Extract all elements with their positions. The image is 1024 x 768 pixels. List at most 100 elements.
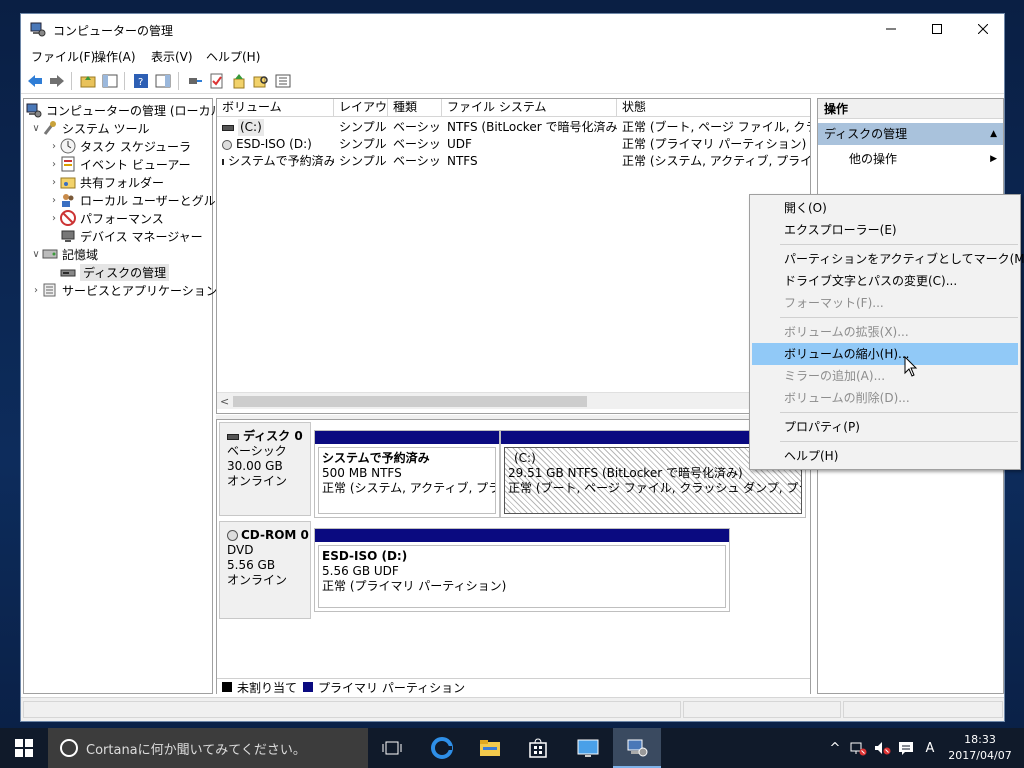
task-view-button[interactable] bbox=[368, 728, 416, 768]
drive-icon bbox=[222, 158, 224, 165]
disk-management-icon bbox=[60, 264, 76, 280]
tree-item-performance[interactable]: › パフォーマンス bbox=[48, 209, 164, 227]
connect-icon[interactable] bbox=[186, 72, 204, 90]
drive-icon bbox=[222, 124, 234, 131]
storage-icon bbox=[42, 246, 58, 262]
edge-button[interactable] bbox=[418, 728, 466, 768]
toolbar-separator bbox=[124, 72, 125, 90]
chevron-right-icon[interactable]: › bbox=[48, 159, 60, 170]
cortana-search-box[interactable]: Cortanaに何か聞いてみてください。 bbox=[48, 728, 368, 768]
minimize-button[interactable] bbox=[868, 14, 914, 44]
start-button[interactable] bbox=[0, 728, 48, 768]
menu-separator bbox=[780, 317, 1018, 318]
disk-type: DVD bbox=[227, 543, 254, 557]
actions-header: 操作 bbox=[818, 99, 1003, 119]
taskbar-clock[interactable]: 18:33 2017/04/07 bbox=[944, 732, 1016, 764]
tree-item-services[interactable]: › サービスとアプリケーション bbox=[30, 281, 218, 299]
menu-item-explore[interactable]: エクスプローラー(E) bbox=[752, 219, 1018, 241]
console-tree-icon[interactable] bbox=[101, 72, 119, 90]
tree-item-local-users[interactable]: › ローカル ユーザーとグループ bbox=[48, 191, 239, 209]
maximize-button[interactable] bbox=[914, 14, 960, 44]
search-folder-icon[interactable] bbox=[252, 72, 270, 90]
actions-other-operations[interactable]: 他の操作 ▶ bbox=[818, 149, 1003, 169]
computer-management-taskbar-button[interactable] bbox=[613, 728, 661, 768]
chevron-right-icon[interactable]: › bbox=[30, 285, 42, 296]
chevron-down-icon[interactable]: ∨ bbox=[30, 249, 42, 260]
action-center-icon[interactable] bbox=[896, 728, 916, 768]
menu-help[interactable]: ヘルプ(H) bbox=[206, 48, 260, 65]
tree-item-event-viewer[interactable]: › イベント ビューアー bbox=[48, 155, 191, 173]
action-pane-icon[interactable] bbox=[154, 72, 172, 90]
tree-item-system-tools[interactable]: ∨ システム ツール bbox=[30, 119, 149, 137]
clock-date: 2017/04/07 bbox=[948, 749, 1012, 762]
tree-item-task-scheduler[interactable]: › タスク スケジューラ bbox=[48, 137, 191, 155]
tree-item-root[interactable]: コンピューターの管理 (ローカル) bbox=[26, 101, 227, 119]
partition-status: 正常 (ブート, ページ ファイル, クラッシュ ダンプ, プライマリ パーティ bbox=[508, 481, 801, 495]
status-segment bbox=[843, 701, 1003, 718]
column-header-volume[interactable]: ボリューム bbox=[217, 99, 334, 117]
table-row[interactable]: ESD-ISO (D:) シンプル ベーシック UDF 正常 (プライマリ パー… bbox=[217, 136, 810, 153]
column-header-filesystem[interactable]: ファイル システム bbox=[442, 99, 617, 117]
menu-file[interactable]: ファイル(F) bbox=[31, 48, 95, 65]
chevron-right-icon[interactable]: › bbox=[48, 195, 60, 206]
properties-list-icon[interactable] bbox=[274, 72, 292, 90]
horizontal-scrollbar[interactable]: < bbox=[217, 392, 810, 409]
menu-view[interactable]: 表示(V) bbox=[151, 48, 193, 65]
tree-item-storage[interactable]: ∨ 記憶域 bbox=[30, 245, 98, 263]
import-icon[interactable] bbox=[230, 72, 248, 90]
volume-muted-icon[interactable] bbox=[872, 728, 892, 768]
console-tree: コンピューターの管理 (ローカル) ∨ システム ツール › タスク スケジュー… bbox=[23, 98, 239, 694]
cell-layout: シンプル bbox=[339, 154, 387, 168]
table-row[interactable]: (C:) シンプル ベーシック NTFS (BitLocker で暗号化済み) … bbox=[217, 119, 810, 136]
menu-item-mark-active[interactable]: パーティションをアクティブとしてマーク(M) bbox=[752, 248, 1024, 270]
table-row[interactable]: システムで予約済み シンプル ベーシック NTFS 正常 (システム, アクティ… bbox=[217, 153, 810, 170]
arrow-right-icon: ▶ bbox=[990, 154, 997, 164]
actions-section-disk-management[interactable]: ディスクの管理 ▲ bbox=[818, 123, 1003, 145]
column-header-layout[interactable]: レイアウト bbox=[334, 99, 388, 117]
menu-action[interactable]: 操作(A) bbox=[94, 48, 136, 65]
menu-item-properties[interactable]: プロパティ(P) bbox=[752, 416, 1018, 438]
chevron-right-icon[interactable]: › bbox=[48, 177, 60, 188]
tree-item-device-manager[interactable]: デバイス マネージャー bbox=[60, 227, 203, 245]
network-icon[interactable] bbox=[848, 728, 868, 768]
forward-arrow-icon[interactable] bbox=[48, 72, 66, 90]
collapse-up-icon[interactable]: ▲ bbox=[990, 123, 997, 145]
partition-system-reserved[interactable]: システムで予約済み 500 MB NTFS 正常 (システム, アクティブ, プ… bbox=[314, 430, 500, 518]
chevron-down-icon[interactable]: ∨ bbox=[30, 123, 42, 134]
column-header-type[interactable]: 種類 bbox=[388, 99, 442, 117]
disk-0-info[interactable]: ディスク 0 ベーシック 30.00 GB オンライン bbox=[219, 422, 311, 516]
column-header-status[interactable]: 状態 bbox=[617, 99, 810, 117]
disk-state: オンライン bbox=[227, 573, 288, 587]
tree-item-disk-management[interactable]: ディスクの管理 bbox=[60, 263, 170, 281]
disk-size: 30.00 GB bbox=[227, 459, 283, 473]
close-button[interactable] bbox=[960, 14, 1006, 44]
store-button[interactable] bbox=[514, 728, 562, 768]
clock-time: 18:33 bbox=[964, 733, 996, 746]
context-menu: 開く(O) エクスプローラー(E) パーティションをアクティブとしてマーク(M)… bbox=[749, 194, 1024, 470]
menu-item-open[interactable]: 開く(O) bbox=[752, 197, 1018, 219]
cdrom-0-info[interactable]: CD-ROM 0 DVD 5.56 GB オンライン bbox=[219, 521, 311, 619]
device-manager-icon bbox=[60, 228, 76, 244]
checklist-icon[interactable] bbox=[208, 72, 226, 90]
show-hidden-icons-chevron-up-icon[interactable]: ^ bbox=[826, 728, 844, 768]
taskbar: Cortanaに何か聞いてみてください。 ^ A 18:33 2017/04/0… bbox=[0, 728, 1024, 768]
menu-item-change-drive-letter[interactable]: ドライブ文字とパスの変更(C)... bbox=[752, 270, 1018, 292]
remote-desktop-icon bbox=[577, 739, 599, 757]
ime-indicator[interactable]: A bbox=[920, 728, 940, 768]
scroll-left-icon[interactable]: < bbox=[220, 393, 229, 410]
remote-desktop-button[interactable] bbox=[564, 728, 612, 768]
menu-item-shrink-volume[interactable]: ボリュームの縮小(H)... bbox=[752, 343, 1018, 365]
chevron-right-icon[interactable]: › bbox=[48, 141, 60, 152]
back-arrow-icon[interactable] bbox=[26, 72, 44, 90]
chevron-right-icon[interactable]: › bbox=[48, 213, 60, 224]
menu-separator bbox=[780, 244, 1018, 245]
partition-esd-iso[interactable]: ESD-ISO (D:) 5.56 GB UDF 正常 (プライマリ パーティシ… bbox=[314, 528, 730, 612]
file-explorer-button[interactable] bbox=[466, 728, 514, 768]
help-icon[interactable]: ? bbox=[132, 72, 150, 90]
title-bar[interactable]: コンピューターの管理 bbox=[21, 14, 1004, 44]
tree-item-shared-folders[interactable]: › 共有フォルダー bbox=[48, 173, 164, 191]
scrollbar-thumb[interactable] bbox=[233, 396, 587, 407]
up-folder-icon[interactable] bbox=[79, 72, 97, 90]
menu-item-extend-volume: ボリュームの拡張(X)... bbox=[784, 325, 909, 339]
menu-item-help[interactable]: ヘルプ(H) bbox=[752, 445, 1018, 467]
